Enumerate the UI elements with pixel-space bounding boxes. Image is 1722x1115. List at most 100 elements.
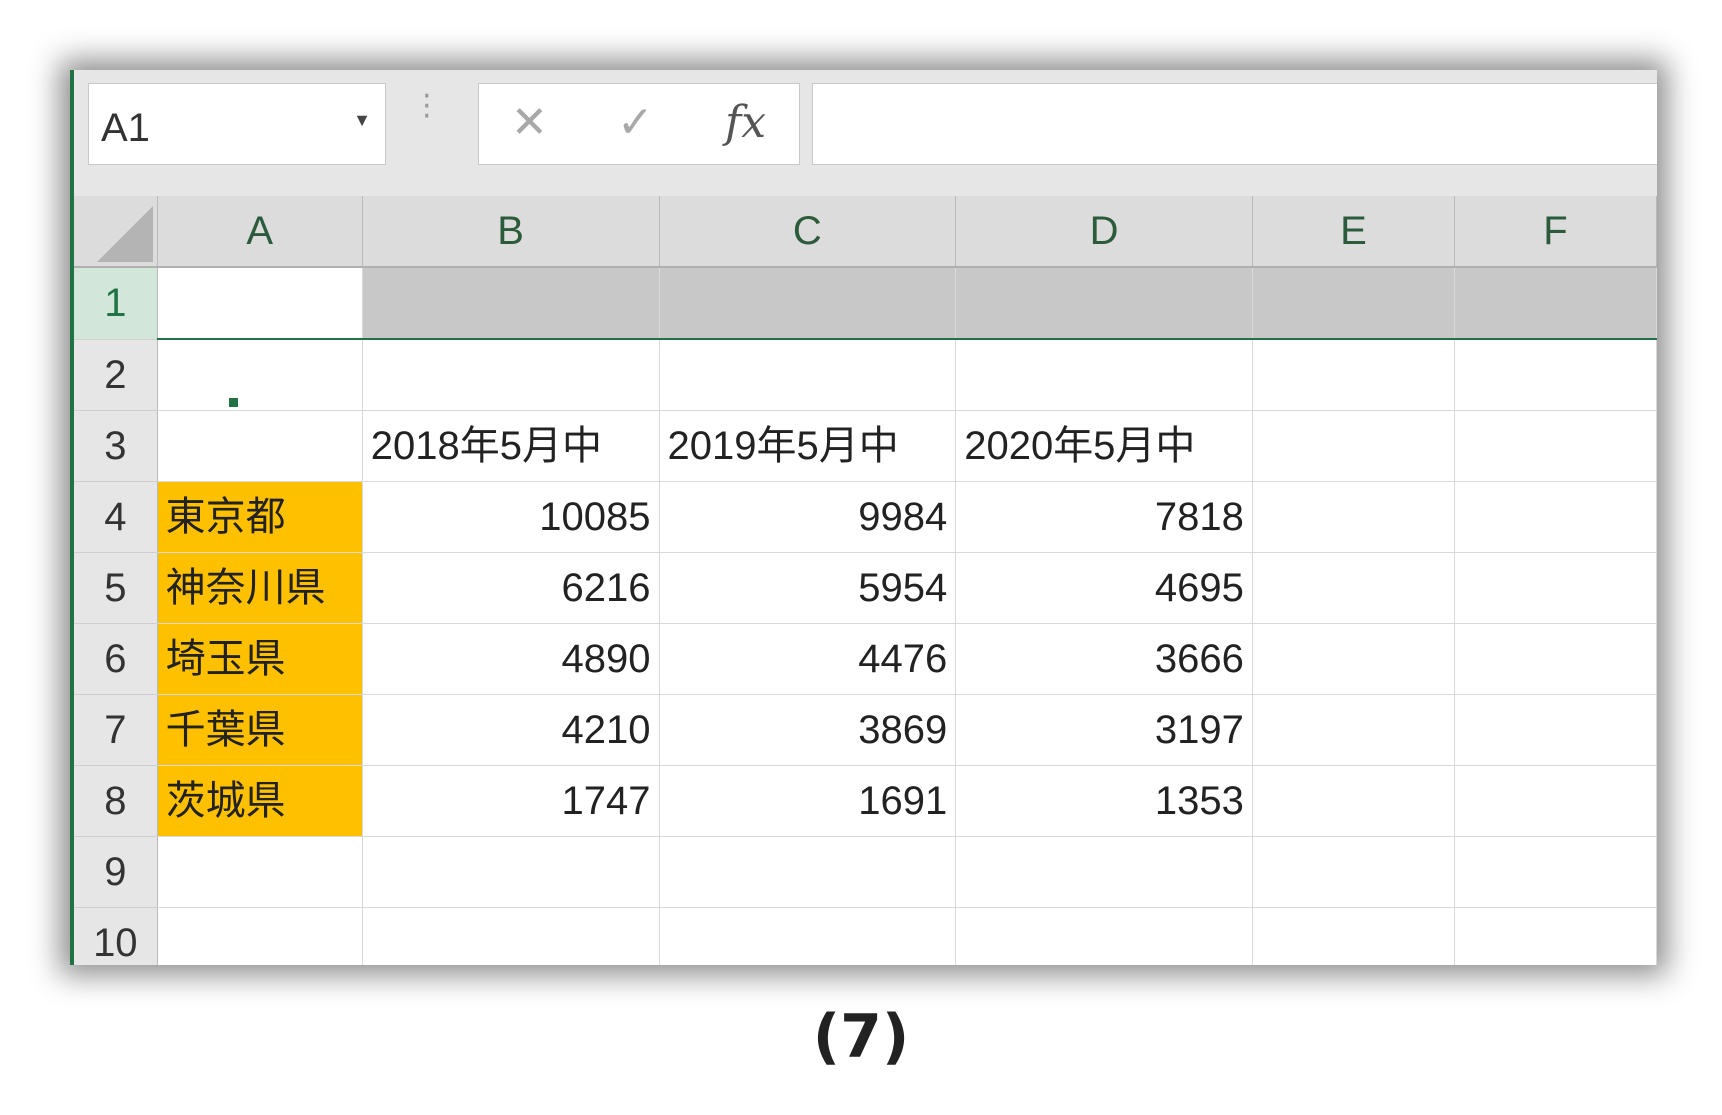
cell-c9[interactable] (659, 836, 957, 908)
cell-f3[interactable] (1454, 410, 1657, 482)
cell-c5[interactable]: 5954 (659, 552, 957, 624)
cell-c10[interactable] (659, 907, 957, 965)
cell-c3[interactable]: 2019年5月中 (659, 410, 957, 482)
cell-f2[interactable] (1454, 339, 1657, 411)
cell-d7[interactable]: 3197 (955, 694, 1253, 766)
table-row: 9 (74, 836, 1657, 908)
row-header-4[interactable]: 4 (74, 481, 158, 553)
row-header-1[interactable]: 1 (74, 267, 158, 340)
cell-f8[interactable] (1454, 765, 1657, 837)
cell-c8[interactable]: 1691 (659, 765, 957, 837)
cell-c7[interactable]: 3869 (659, 694, 957, 766)
cell-e10[interactable] (1252, 907, 1455, 965)
cell-d4[interactable]: 7818 (955, 481, 1253, 553)
spreadsheet-grid: A B C D E F 1 2 3 2018年5月中 2019年5月中 2020… (74, 196, 1657, 965)
cell-a6[interactable]: 埼玉県 (157, 623, 363, 695)
row-header-9[interactable]: 9 (74, 836, 158, 908)
cell-c1[interactable] (659, 266, 957, 340)
cell-e2[interactable] (1252, 339, 1455, 411)
cell-b4[interactable]: 10085 (362, 481, 660, 553)
cell-b1[interactable] (362, 266, 660, 340)
table-row: 1 (74, 266, 1657, 340)
table-row: 3 2018年5月中 2019年5月中 2020年5月中 (74, 410, 1657, 482)
row-header-10[interactable]: 10 (74, 907, 158, 965)
cancel-icon[interactable]: ✕ (511, 98, 548, 148)
cell-e4[interactable] (1252, 481, 1455, 553)
cell-c6[interactable]: 4476 (659, 623, 957, 695)
cell-e6[interactable] (1252, 623, 1455, 695)
cell-b7[interactable]: 4210 (362, 694, 660, 766)
table-row: 4 東京都 10085 9984 7818 (74, 481, 1657, 553)
table-row: 7 千葉県 4210 3869 3197 (74, 694, 1657, 766)
cell-a10[interactable] (157, 907, 363, 965)
cell-a7[interactable]: 千葉県 (157, 694, 363, 766)
name-box[interactable]: A1 ▼ (88, 83, 386, 165)
row-header-2[interactable]: 2 (74, 339, 158, 411)
cell-d6[interactable]: 3666 (955, 623, 1253, 695)
cell-d3[interactable]: 2020年5月中 (955, 410, 1253, 482)
cell-b9[interactable] (362, 836, 660, 908)
enter-icon[interactable]: ✓ (617, 98, 654, 148)
cell-e3[interactable] (1252, 410, 1455, 482)
cell-f7[interactable] (1454, 694, 1657, 766)
column-header-b[interactable]: B (362, 196, 660, 268)
cell-b6[interactable]: 4890 (362, 623, 660, 695)
excel-window: A1 ▼ · · · ✕ ✓ fx A B C D E F 1 2 3 2018… (70, 70, 1657, 965)
cell-a5[interactable]: 神奈川県 (157, 552, 363, 624)
cell-e9[interactable] (1252, 836, 1455, 908)
cell-c4[interactable]: 9984 (659, 481, 957, 553)
formula-input[interactable] (812, 83, 1657, 165)
select-all-button[interactable] (74, 196, 158, 268)
row-header-8[interactable]: 8 (74, 765, 158, 837)
cell-b5[interactable]: 6216 (362, 552, 660, 624)
cell-a2[interactable] (157, 339, 363, 411)
cell-b3[interactable]: 2018年5月中 (362, 410, 660, 482)
row-header-5[interactable]: 5 (74, 552, 158, 624)
cell-b10[interactable] (362, 907, 660, 965)
cell-d2[interactable] (955, 339, 1253, 411)
cell-b8[interactable]: 1747 (362, 765, 660, 837)
cell-a1[interactable] (157, 266, 363, 340)
table-row: 10 (74, 907, 1657, 965)
grip-icon[interactable]: · · · (422, 82, 432, 132)
formula-bar: A1 ▼ · · · ✕ ✓ fx (74, 70, 1657, 196)
column-header-e[interactable]: E (1252, 196, 1455, 268)
cell-a8[interactable]: 茨城県 (157, 765, 363, 837)
cell-b2[interactable] (362, 339, 660, 411)
column-header-c[interactable]: C (659, 196, 957, 268)
cell-d5[interactable]: 4695 (955, 552, 1253, 624)
table-row: 8 茨城県 1747 1691 1353 (74, 765, 1657, 837)
cell-f6[interactable] (1454, 623, 1657, 695)
cell-f10[interactable] (1454, 907, 1657, 965)
cell-a4[interactable]: 東京都 (157, 481, 363, 553)
table-row: 6 埼玉県 4890 4476 3666 (74, 623, 1657, 695)
cell-e8[interactable] (1252, 765, 1455, 837)
cell-f9[interactable] (1454, 836, 1657, 908)
figure-caption: (7) (812, 1002, 910, 1072)
cell-d10[interactable] (955, 907, 1253, 965)
row-header-6[interactable]: 6 (74, 623, 158, 695)
cell-f5[interactable] (1454, 552, 1657, 624)
name-box-value: A1 (101, 106, 150, 150)
cell-e5[interactable] (1252, 552, 1455, 624)
row-header-7[interactable]: 7 (74, 694, 158, 766)
cell-d9[interactable] (955, 836, 1253, 908)
column-header-a[interactable]: A (157, 196, 363, 268)
cell-a3[interactable] (157, 410, 363, 482)
insert-function-icon[interactable]: fx (725, 98, 766, 148)
column-header-f[interactable]: F (1454, 196, 1657, 268)
cell-f4[interactable] (1454, 481, 1657, 553)
table-row: 2 (74, 339, 1657, 411)
cell-a9[interactable] (157, 836, 363, 908)
formula-buttons: ✕ ✓ fx (478, 83, 800, 165)
row-header-3[interactable]: 3 (74, 410, 158, 482)
chevron-down-icon[interactable]: ▼ (353, 110, 371, 131)
fill-handle[interactable] (228, 397, 239, 408)
cell-d1[interactable] (955, 266, 1253, 340)
cell-e1[interactable] (1252, 266, 1455, 340)
cell-d8[interactable]: 1353 (955, 765, 1253, 837)
cell-c2[interactable] (659, 339, 957, 411)
cell-f1[interactable] (1454, 266, 1657, 340)
column-header-d[interactable]: D (955, 196, 1253, 268)
cell-e7[interactable] (1252, 694, 1455, 766)
